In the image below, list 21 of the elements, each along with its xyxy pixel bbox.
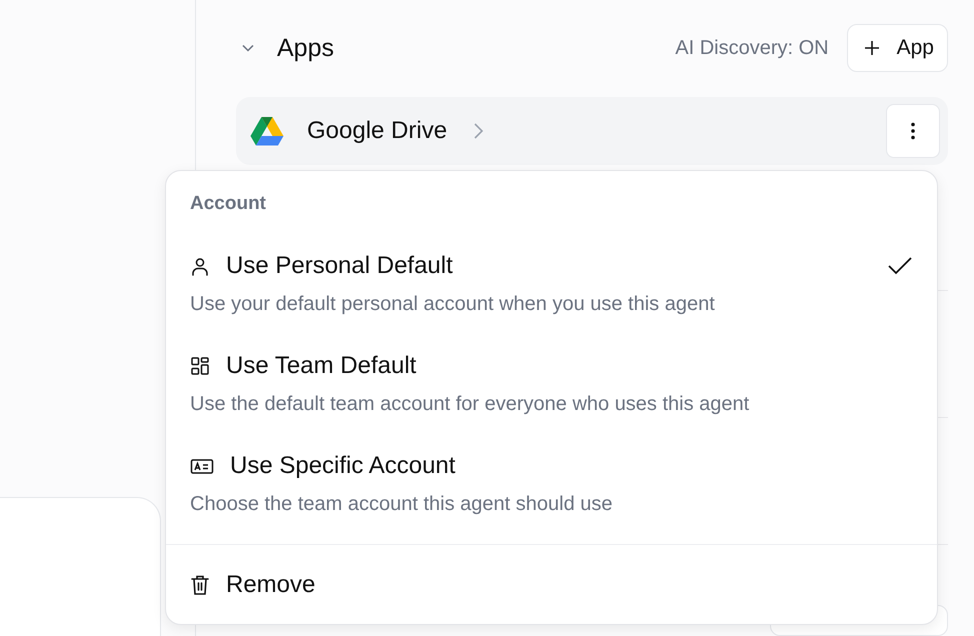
trash-icon (190, 574, 210, 596)
plus-icon (862, 39, 881, 57)
menu-option[interactable]: Use Team Default Use the default team account for everyone who uses this agent (190, 351, 913, 451)
option-title: Use Specific Account (230, 452, 456, 480)
option-title: Use Personal Default (226, 252, 453, 280)
option-description: Use your default personal account when you use this agent (190, 293, 716, 316)
option-description: Use the default team account for everyone who uses this agent (190, 393, 750, 416)
drive-logo-icon (250, 116, 284, 146)
person-icon (190, 256, 210, 276)
menu-heading: Account (190, 193, 267, 215)
vertical-dots-icon (911, 122, 915, 140)
option-description: Choose the team account this agent should use (190, 493, 614, 516)
chevron-right-icon (473, 122, 486, 140)
app-row[interactable]: Google Drive (236, 97, 948, 165)
grid-icon (190, 356, 210, 376)
menu-option[interactable]: Use Personal Default Use your default personal account when you use this agent (190, 251, 913, 351)
option-title: Use Team Default (226, 352, 416, 380)
app-name: Google Drive (307, 116, 448, 145)
add-app-button[interactable]: App (846, 24, 948, 72)
discovery-status: AI Discovery: ON (675, 36, 829, 60)
section-title: Apps (277, 34, 334, 62)
